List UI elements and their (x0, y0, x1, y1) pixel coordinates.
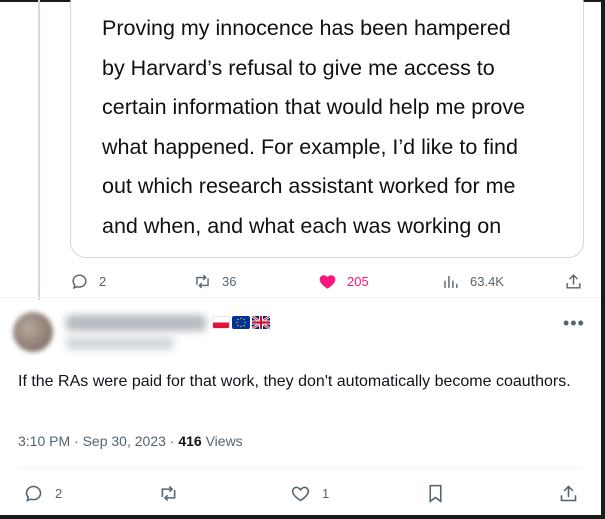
parent-like-count: 205 (347, 273, 369, 289)
window-frame-bottom (0, 515, 605, 519)
reply-icon (25, 485, 42, 502)
parent-repost-count: 36 (222, 273, 237, 289)
analytics-icon (444, 275, 458, 288)
bookmark-icon (429, 484, 442, 503)
reply-share-button[interactable] (558, 482, 579, 504)
window-frame-right (601, 0, 605, 519)
post-date[interactable]: Sep 30, 2023 (83, 433, 166, 449)
meta-separator: · (74, 433, 79, 449)
quoted-line: Proving my innocence has been hampered (102, 16, 511, 40)
reply-repost-button[interactable] (158, 482, 179, 504)
author-name-redacted[interactable] (66, 315, 206, 331)
thread-connector-line (38, 0, 40, 300)
heart-icon (291, 486, 310, 501)
quoted-line: certain information that would help me p… (102, 95, 526, 119)
reply-icon (72, 273, 87, 289)
eu-flag-icon (232, 316, 250, 329)
quoted-line: and when, and what each was working on (102, 213, 502, 238)
author-handle-redacted[interactable] (66, 337, 174, 350)
post-time[interactable]: 3:10 PM (18, 433, 70, 449)
bookmark-button[interactable] (425, 482, 446, 504)
quoted-line: by Harvard’s refusal to give me access t… (102, 55, 495, 80)
quoted-image-card[interactable]: Proving my innocence has been hampered b… (70, 0, 584, 258)
quoted-image-text: Proving my innocence has been hampered b… (102, 9, 572, 257)
parent-views-count: 63.4K (470, 273, 504, 289)
parent-reply-button[interactable]: 2 (70, 270, 106, 292)
share-icon (560, 484, 577, 501)
avatar[interactable] (13, 312, 53, 352)
parent-action-bar: 2 36 205 63.4K (66, 270, 586, 292)
reply-text: If the RAs were paid for that work, they… (18, 373, 571, 390)
post-divider (0, 297, 601, 298)
uk-flag-icon (252, 316, 270, 329)
views-count: 416 (178, 433, 202, 449)
views-label: Views (205, 433, 243, 449)
post-meta: 3:10 PM · Sep 30, 2023 · 416 Views (18, 433, 243, 449)
quoted-line: out which research assistant worked for … (102, 174, 516, 198)
meta-divider (18, 467, 583, 468)
meta-separator: · (169, 433, 175, 449)
author-flags (212, 316, 270, 329)
repost-icon (161, 485, 176, 501)
repost-icon (196, 274, 209, 288)
heart-icon (319, 274, 336, 289)
reply-action-bar: 2 1 (14, 482, 586, 504)
parent-reply-count: 2 (99, 273, 107, 289)
share-icon (566, 273, 581, 289)
reply-like-button[interactable]: 1 (290, 482, 329, 504)
parent-repost-button[interactable]: 36 (193, 270, 236, 292)
quoted-line: what happened. For example, I’d like to … (102, 134, 518, 159)
reply-reply-button[interactable]: 2 (23, 482, 62, 504)
parent-views-button[interactable]: 63.4K (441, 270, 504, 292)
reply-like-count: 1 (322, 485, 330, 501)
parent-share-button[interactable] (564, 270, 583, 292)
poland-flag-icon (212, 316, 230, 329)
more-icon[interactable]: ••• (563, 314, 585, 332)
reply-reply-count: 2 (55, 485, 63, 501)
cut-off-line (102, 246, 572, 257)
parent-like-button[interactable]: 205 (318, 270, 369, 292)
